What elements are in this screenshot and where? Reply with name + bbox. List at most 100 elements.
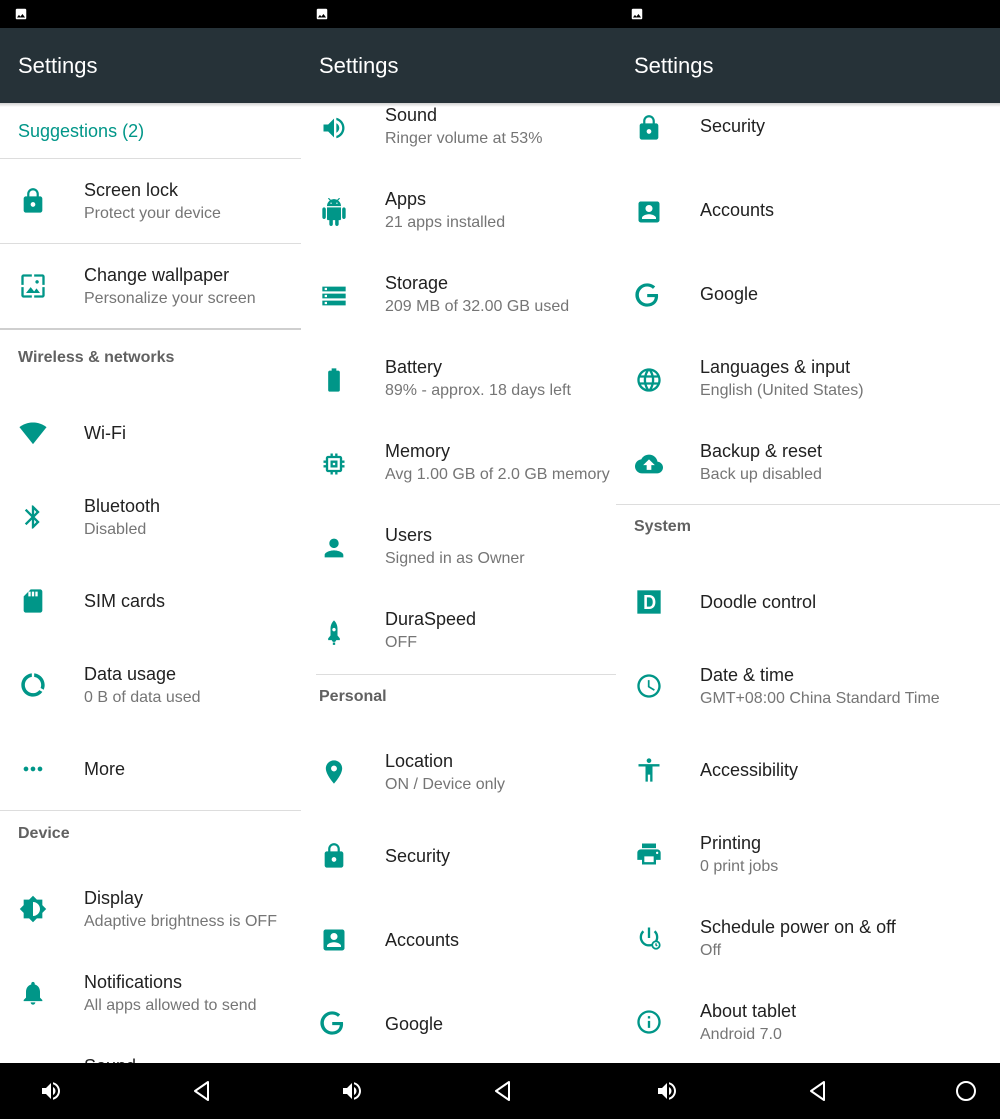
settings-item-sound[interactable]: Sound xyxy=(0,1035,301,1063)
image-notification-icon xyxy=(15,8,27,20)
settings-item-location[interactable]: Location ON / Device only xyxy=(301,728,616,812)
section-header-wireless: Wireless & networks xyxy=(18,349,175,366)
item-subtitle: Android 7.0 xyxy=(700,1026,782,1043)
sim-card-icon xyxy=(19,587,47,615)
settings-item-more[interactable]: More xyxy=(0,727,301,811)
page-title: Settings xyxy=(319,53,399,78)
back-icon[interactable] xyxy=(491,1079,515,1103)
item-title: Backup & reset xyxy=(700,441,823,461)
settings-item-backup-reset[interactable]: Backup & reset Back up disabled xyxy=(616,420,1000,504)
settings-item-users[interactable]: Users Signed in as Owner xyxy=(301,504,616,588)
item-title: DuraSpeed xyxy=(385,609,477,629)
item-title: Display xyxy=(84,888,144,908)
settings-item-doodle-control[interactable]: Doodle control xyxy=(616,560,1000,644)
settings-item-schedule-power[interactable]: Schedule power on & off Off xyxy=(616,896,1000,980)
settings-item-sim-cards[interactable]: SIM cards xyxy=(0,559,301,643)
person-icon xyxy=(320,534,348,562)
item-title: Location xyxy=(385,751,454,771)
settings-item-notifications[interactable]: Notifications All apps allowed to send xyxy=(0,951,301,1035)
app-bar: Settings xyxy=(0,28,301,103)
account-box-icon xyxy=(635,198,663,226)
settings-item-wifi[interactable]: Wi-Fi xyxy=(0,391,301,475)
item-subtitle: Signed in as Owner xyxy=(385,550,525,567)
settings-list[interactable]: Suggestions (2) Screen lock Protect your… xyxy=(0,103,301,1063)
volume-icon[interactable] xyxy=(655,1079,679,1103)
settings-item-apps[interactable]: Apps 21 apps installed xyxy=(301,168,616,252)
item-subtitle: Personalize your screen xyxy=(84,290,256,307)
settings-item-about-tablet[interactable]: About tablet Android 7.0 xyxy=(616,980,1000,1063)
settings-item-storage[interactable]: Storage 209 MB of 32.00 GB used xyxy=(301,252,616,336)
app-bar-shadow xyxy=(616,103,1000,107)
lock-icon xyxy=(635,114,663,142)
lock-icon xyxy=(19,187,47,215)
settings-item-accounts[interactable]: Accounts xyxy=(616,168,1000,252)
home-icon[interactable] xyxy=(954,1079,978,1103)
item-title: Wi-Fi xyxy=(84,423,126,443)
settings-item-languages-input[interactable]: Languages & input English (United States… xyxy=(616,336,1000,420)
item-title: Accessibility xyxy=(700,760,799,780)
settings-item-sound[interactable]: Sound Ringer volume at 53% xyxy=(301,103,616,168)
settings-item-security[interactable]: Security xyxy=(301,812,616,896)
app-bar: Settings xyxy=(616,28,1000,103)
item-subtitle: 0 B of data used xyxy=(84,689,201,706)
cloud-upload-icon xyxy=(635,450,663,478)
item-title: Bluetooth xyxy=(84,496,161,516)
settings-item-duraspeed[interactable]: DuraSpeed OFF xyxy=(301,588,616,672)
settings-item-google[interactable]: Google xyxy=(616,252,1000,336)
rocket-icon xyxy=(320,618,348,646)
settings-panel-1: Settings Suggestions (2) Screen lock Pro… xyxy=(0,0,301,1119)
volume-icon[interactable] xyxy=(39,1079,63,1103)
wifi-icon xyxy=(19,419,47,447)
settings-item-printing[interactable]: Printing 0 print jobs xyxy=(616,812,1000,896)
settings-item-accounts[interactable]: Accounts xyxy=(301,896,616,980)
item-subtitle: Ringer volume at 53% xyxy=(385,130,543,147)
settings-item-accessibility[interactable]: Accessibility xyxy=(616,728,1000,812)
item-title: Security xyxy=(700,116,766,136)
memory-icon xyxy=(320,450,348,478)
data-usage-icon xyxy=(19,671,47,699)
image-notification-icon xyxy=(631,8,643,20)
settings-item-change-wallpaper[interactable]: Change wallpaper Personalize your screen xyxy=(0,244,301,328)
item-subtitle: Off xyxy=(700,942,722,959)
item-subtitle: Back up disabled xyxy=(700,466,822,483)
settings-list[interactable]: Sound Ringer volume at 53% Apps 21 apps … xyxy=(301,103,616,1063)
item-title: Security xyxy=(385,846,451,866)
settings-item-google[interactable]: Google xyxy=(301,980,616,1063)
wallpaper-icon xyxy=(19,272,47,300)
account-box-icon xyxy=(320,926,348,954)
location-icon xyxy=(320,758,348,786)
volume-icon[interactable] xyxy=(340,1079,364,1103)
settings-item-screen-lock[interactable]: Screen lock Protect your device xyxy=(0,159,301,243)
item-subtitle: ON / Device only xyxy=(385,776,506,793)
page-title: Settings xyxy=(18,53,98,78)
item-title: Memory xyxy=(385,441,451,461)
item-title: Doodle control xyxy=(700,592,817,612)
item-title: Sound xyxy=(385,105,438,125)
item-title: Languages & input xyxy=(700,357,851,377)
item-title: Accounts xyxy=(700,200,775,220)
back-icon[interactable] xyxy=(806,1079,830,1103)
settings-panel-3: Settings Security Accounts Google Langua… xyxy=(616,0,1000,1119)
status-bar xyxy=(301,0,616,28)
globe-icon xyxy=(635,366,663,394)
settings-item-display[interactable]: Display Adaptive brightness is OFF xyxy=(0,867,301,951)
settings-item-bluetooth[interactable]: Bluetooth Disabled xyxy=(0,475,301,559)
status-bar xyxy=(0,0,301,28)
settings-item-data-usage[interactable]: Data usage 0 B of data used xyxy=(0,643,301,727)
divider xyxy=(616,504,1000,505)
google-icon xyxy=(633,281,661,309)
item-title: Notifications xyxy=(84,972,183,992)
settings-item-battery[interactable]: Battery 89% - approx. 18 days left xyxy=(301,336,616,420)
item-subtitle: All apps allowed to send xyxy=(84,997,257,1014)
item-subtitle: Avg 1.00 GB of 2.0 GB memory xyxy=(385,466,610,483)
settings-item-memory[interactable]: Memory Avg 1.00 GB of 2.0 GB memory xyxy=(301,420,616,504)
suggestions-link[interactable]: Suggestions (2) xyxy=(18,120,144,142)
settings-item-date-time[interactable]: Date & time GMT+08:00 China Standard Tim… xyxy=(616,644,1000,728)
item-title: About tablet xyxy=(700,1001,797,1021)
settings-item-security[interactable]: Security xyxy=(616,103,1000,168)
back-icon[interactable] xyxy=(190,1079,214,1103)
item-title: Date & time xyxy=(700,665,795,685)
settings-list[interactable]: Security Accounts Google Languages & inp… xyxy=(616,103,1000,1063)
storage-icon xyxy=(320,282,348,310)
item-title: Data usage xyxy=(84,664,177,684)
